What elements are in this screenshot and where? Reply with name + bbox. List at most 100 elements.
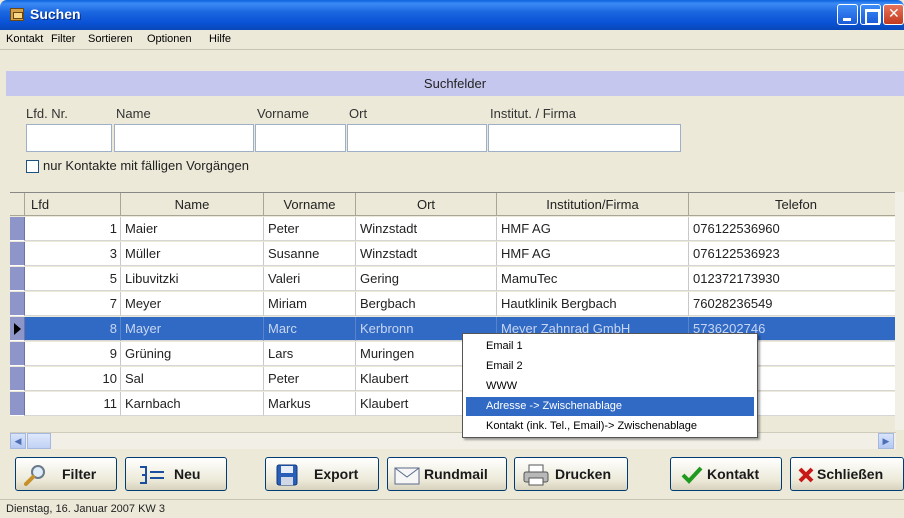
current-row-indicator[interactable]	[10, 317, 25, 341]
menu-sortieren[interactable]: Sortieren	[88, 33, 133, 45]
cell-lfd[interactable]: 9	[25, 342, 121, 366]
lfd-nr-input[interactable]	[26, 124, 112, 152]
status-bar: Dienstag, 16. Januar 2007 KW 3	[0, 499, 904, 518]
cell-vorname[interactable]: Susanne	[264, 242, 356, 266]
cell-ort[interactable]: Bergbach	[356, 292, 497, 316]
context-item-email2[interactable]: Email 2	[466, 357, 754, 376]
cell-vorname[interactable]: Miriam	[264, 292, 356, 316]
filter-button[interactable]: Filter	[15, 457, 117, 491]
row-indicator[interactable]	[10, 292, 25, 316]
results-table: Lfd Name Vorname Ort Institution/Firma T…	[10, 192, 904, 432]
printer-icon	[523, 464, 549, 486]
cell-ort[interactable]: Winzstadt	[356, 217, 497, 241]
cell-vorname[interactable]: Peter	[264, 367, 356, 391]
due-contacts-label: nur Kontakte mit fälligen Vorgängen	[43, 158, 249, 173]
export-button-label: Export	[314, 466, 359, 482]
vorname-input[interactable]	[255, 124, 346, 152]
column-header-ort[interactable]: Ort	[356, 193, 497, 216]
cell-vorname[interactable]: Valeri	[264, 267, 356, 291]
cross-icon	[798, 467, 814, 483]
cell-vorname[interactable]: Lars	[264, 342, 356, 366]
cell-lfd[interactable]: 1	[25, 217, 121, 241]
ort-input[interactable]	[347, 124, 487, 152]
title-bar[interactable]: Suchen	[0, 0, 904, 30]
cell-lfd[interactable]: 11	[25, 392, 121, 416]
cell-firma[interactable]: HMF AG	[497, 217, 689, 241]
row-indicator[interactable]	[10, 242, 25, 266]
cell-vorname[interactable]: Markus	[264, 392, 356, 416]
column-header-vorname[interactable]: Vorname	[264, 193, 356, 216]
cell-firma[interactable]: HMF AG	[497, 242, 689, 266]
rundmail-button[interactable]: Rundmail	[387, 457, 507, 491]
cell-ort[interactable]: Gering	[356, 267, 497, 291]
due-contacts-checkbox[interactable]	[26, 160, 39, 173]
column-header-telefon[interactable]: Telefon	[689, 193, 904, 216]
row-indicator[interactable]	[10, 342, 25, 366]
app-icon	[10, 8, 24, 21]
vertical-scrollbar[interactable]	[895, 192, 904, 430]
cell-name[interactable]: Maier	[121, 217, 264, 241]
menu-optionen[interactable]: Optionen	[147, 33, 192, 45]
cell-vorname[interactable]: Peter	[264, 217, 356, 241]
search-fields-header: Suchfelder	[6, 71, 904, 96]
column-header-firma[interactable]: Institution/Firma	[497, 193, 689, 216]
row-indicator[interactable]	[10, 392, 25, 416]
cell-lfd[interactable]: 7	[25, 292, 121, 316]
cell-lfd[interactable]: 8	[25, 317, 121, 341]
row-indicator[interactable]	[10, 217, 25, 241]
context-item-email1[interactable]: Email 1	[466, 337, 754, 356]
contact-button-label: Kontakt	[707, 466, 760, 482]
print-button-label: Drucken	[555, 466, 612, 482]
print-button[interactable]: Drucken	[514, 457, 628, 491]
status-date: Dienstag, 16. Januar 2007 KW 3	[6, 503, 165, 515]
cell-name[interactable]: Meyer	[121, 292, 264, 316]
menu-kontakt[interactable]: Kontakt	[6, 33, 43, 45]
cell-name[interactable]: Grüning	[121, 342, 264, 366]
row-indicator[interactable]	[10, 267, 25, 291]
scroll-thumb[interactable]	[27, 433, 51, 449]
minimize-button[interactable]	[837, 4, 858, 25]
column-header-lfd[interactable]: Lfd	[25, 193, 121, 216]
menu-hilfe[interactable]: Hilfe	[209, 33, 231, 45]
close-button[interactable]	[883, 4, 904, 25]
cell-name[interactable]: Libuvitzki	[121, 267, 264, 291]
search-window: Suchen Kontakt Filter Sortieren Optionen…	[0, 0, 904, 518]
cell-vorname[interactable]: Marc	[264, 317, 356, 341]
export-button[interactable]: Export	[265, 457, 379, 491]
cell-telefon[interactable]: 076122536923	[689, 242, 904, 266]
cell-firma[interactable]: MamuTec	[497, 267, 689, 291]
cell-telefon[interactable]: 012372173930	[689, 267, 904, 291]
maximize-button[interactable]	[860, 4, 881, 25]
horizontal-scrollbar[interactable]: ◀ ▶	[10, 432, 896, 449]
cell-firma[interactable]: Hautklinik Bergbach	[497, 292, 689, 316]
cell-telefon[interactable]: 076122536960	[689, 217, 904, 241]
context-item-address-clipboard[interactable]: Adresse -> Zwischenablage	[466, 397, 754, 416]
row-indicator[interactable]	[10, 367, 25, 391]
scroll-right-icon[interactable]: ▶	[878, 433, 894, 449]
new-button[interactable]: Neu	[125, 457, 227, 491]
cell-name[interactable]: Mayer	[121, 317, 264, 341]
cell-name[interactable]: Karnbach	[121, 392, 264, 416]
new-entry-icon	[140, 466, 164, 484]
cell-name[interactable]: Müller	[121, 242, 264, 266]
context-item-contact-clipboard[interactable]: Kontakt (ink. Tel., Email)-> Zwischenabl…	[466, 417, 754, 436]
window-title: Suchen	[30, 6, 81, 22]
cell-lfd[interactable]: 3	[25, 242, 121, 266]
name-input[interactable]	[114, 124, 254, 152]
context-menu: Email 1 Email 2 WWW Adresse -> Zwischena…	[462, 333, 758, 438]
firma-input[interactable]	[488, 124, 681, 152]
cell-telefon[interactable]: 76028236549	[689, 292, 904, 316]
cell-lfd[interactable]: 10	[25, 367, 121, 391]
close-dialog-button[interactable]: Schließen	[790, 457, 904, 491]
checkmark-icon	[681, 466, 703, 484]
cell-name[interactable]: Sal	[121, 367, 264, 391]
close-dialog-button-label: Schließen	[817, 466, 884, 482]
envelope-icon	[394, 467, 420, 485]
column-header-name[interactable]: Name	[121, 193, 264, 216]
context-item-www[interactable]: WWW	[466, 377, 754, 396]
cell-lfd[interactable]: 5	[25, 267, 121, 291]
menu-filter[interactable]: Filter	[51, 33, 75, 45]
scroll-left-icon[interactable]: ◀	[10, 433, 26, 449]
cell-ort[interactable]: Winzstadt	[356, 242, 497, 266]
contact-button[interactable]: Kontakt	[670, 457, 782, 491]
